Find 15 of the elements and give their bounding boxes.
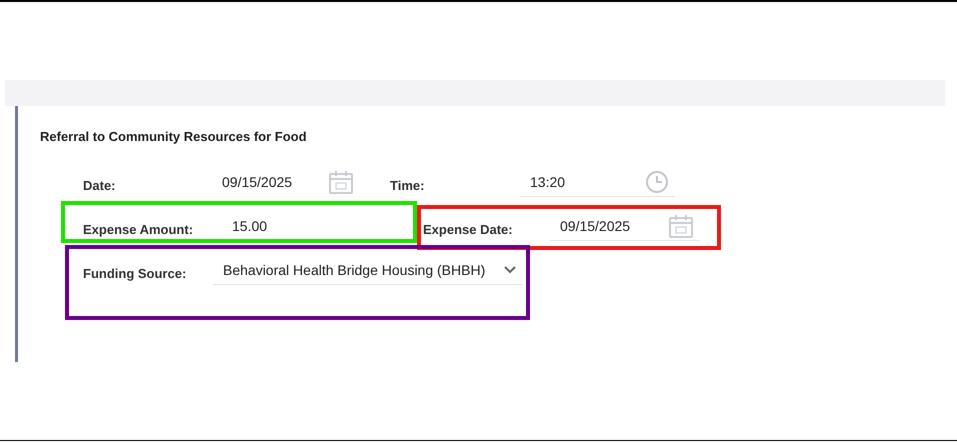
calendar-icon[interactable] [668, 212, 694, 238]
input-field[interactable]: 15.00 [232, 211, 417, 241]
dropdown-field[interactable]: Behavioral Health Bridge Housing (BHBH) [213, 255, 523, 285]
input-field[interactable]: 13:20 [520, 167, 675, 197]
calendar-icon[interactable] [328, 169, 354, 195]
chevron-down-icon[interactable] [503, 265, 517, 274]
field-label: Time: [390, 176, 426, 192]
input-field[interactable]: 09/15/2025 [222, 167, 360, 197]
clock-icon[interactable] [645, 170, 669, 194]
input-field[interactable]: 09/15/2025 [550, 211, 700, 241]
field-label: Date: [83, 176, 117, 192]
field-label: Expense Date: [423, 220, 514, 236]
field-label: Funding Source: [83, 264, 188, 280]
field-label: Expense Amount: [83, 220, 194, 236]
section-title: Referral to Community Resources for Food [40, 129, 307, 144]
